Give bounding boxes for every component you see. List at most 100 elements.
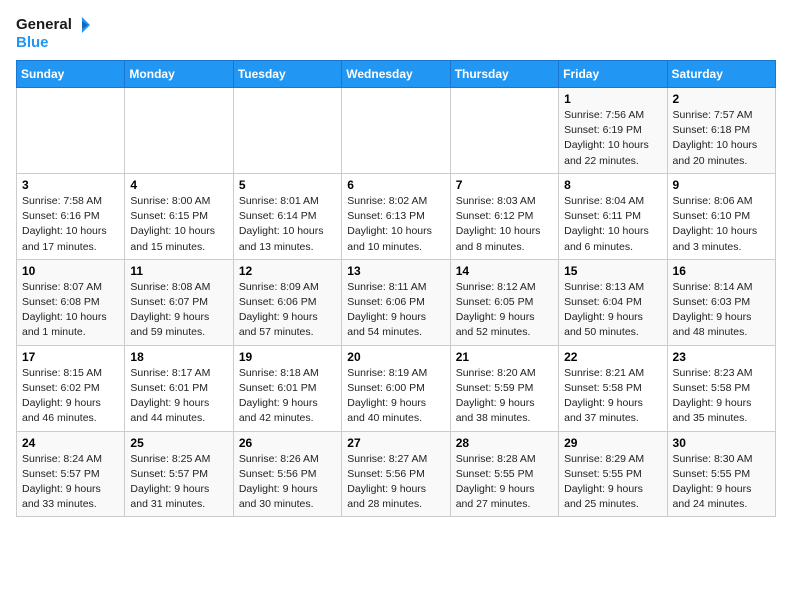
- calendar-cell: 10 Sunrise: 8:07 AMSunset: 6:08 PMDayligh…: [17, 259, 125, 345]
- day-number: 19: [239, 350, 336, 364]
- day-info: Sunrise: 8:26 AMSunset: 5:56 PMDaylight:…: [239, 452, 336, 513]
- day-of-week-header: Monday: [125, 61, 233, 88]
- calendar-cell: 16 Sunrise: 8:14 AMSunset: 6:03 PMDayligh…: [667, 259, 775, 345]
- day-info: Sunrise: 8:04 AMSunset: 6:11 PMDaylight:…: [564, 194, 661, 255]
- calendar-cell: 6 Sunrise: 8:02 AMSunset: 6:13 PMDaylight…: [342, 173, 450, 259]
- day-number: 24: [22, 436, 119, 450]
- day-number: 17: [22, 350, 119, 364]
- day-number: 22: [564, 350, 661, 364]
- calendar-cell: 24 Sunrise: 8:24 AMSunset: 5:57 PMDayligh…: [17, 431, 125, 517]
- day-info: Sunrise: 8:17 AMSunset: 6:01 PMDaylight:…: [130, 366, 227, 427]
- header-row: SundayMondayTuesdayWednesdayThursdayFrid…: [17, 61, 776, 88]
- calendar-cell: 30 Sunrise: 8:30 AMSunset: 5:55 PMDayligh…: [667, 431, 775, 517]
- day-number: 10: [22, 264, 119, 278]
- day-number: 3: [22, 178, 119, 192]
- calendar-cell: 29 Sunrise: 8:29 AMSunset: 5:55 PMDayligh…: [559, 431, 667, 517]
- day-of-week-header: Friday: [559, 61, 667, 88]
- day-number: 8: [564, 178, 661, 192]
- calendar-week-row: 24 Sunrise: 8:24 AMSunset: 5:57 PMDayligh…: [17, 431, 776, 517]
- day-of-week-header: Thursday: [450, 61, 558, 88]
- day-info: Sunrise: 8:03 AMSunset: 6:12 PMDaylight:…: [456, 194, 553, 255]
- calendar-cell: 23 Sunrise: 8:23 AMSunset: 5:58 PMDayligh…: [667, 345, 775, 431]
- day-number: 7: [456, 178, 553, 192]
- day-number: 23: [673, 350, 770, 364]
- day-info: Sunrise: 8:23 AMSunset: 5:58 PMDaylight:…: [673, 366, 770, 427]
- day-number: 20: [347, 350, 444, 364]
- calendar-cell: 12Sunrise: 8:09 AMSunset: 6:06 PMDayligh…: [233, 259, 341, 345]
- calendar-cell: 19 Sunrise: 8:18 AMSunset: 6:01 PMDayligh…: [233, 345, 341, 431]
- calendar-cell: 26 Sunrise: 8:26 AMSunset: 5:56 PMDayligh…: [233, 431, 341, 517]
- logo-text: GeneralBlue: [16, 16, 90, 52]
- day-number: 11: [130, 264, 227, 278]
- calendar-cell: 14Sunrise: 8:12 AMSunset: 6:05 PMDayligh…: [450, 259, 558, 345]
- day-number: 15: [564, 264, 661, 278]
- day-info: Sunrise: 8:18 AMSunset: 6:01 PMDaylight:…: [239, 366, 336, 427]
- day-info: Sunrise: 8:27 AMSunset: 5:56 PMDaylight:…: [347, 452, 444, 513]
- calendar-cell: [125, 88, 233, 174]
- day-info: Sunrise: 8:00 AMSunset: 6:15 PMDaylight:…: [130, 194, 227, 255]
- calendar-cell: 22 Sunrise: 8:21 AMSunset: 5:58 PMDayligh…: [559, 345, 667, 431]
- calendar-cell: [233, 88, 341, 174]
- calendar-cell: 25Sunrise: 8:25 AMSunset: 5:57 PMDayligh…: [125, 431, 233, 517]
- day-info: Sunrise: 8:25 AMSunset: 5:57 PMDaylight:…: [130, 452, 227, 513]
- calendar-cell: 27 Sunrise: 8:27 AMSunset: 5:56 PMDayligh…: [342, 431, 450, 517]
- day-of-week-header: Sunday: [17, 61, 125, 88]
- day-info: Sunrise: 8:19 AMSunset: 6:00 PMDaylight:…: [347, 366, 444, 427]
- day-info: Sunrise: 8:15 AMSunset: 6:02 PMDaylight:…: [22, 366, 119, 427]
- calendar-cell: 20 Sunrise: 8:19 AMSunset: 6:00 PMDayligh…: [342, 345, 450, 431]
- day-number: 1: [564, 92, 661, 106]
- calendar-cell: 4 Sunrise: 8:00 AMSunset: 6:15 PMDaylight…: [125, 173, 233, 259]
- day-info: Sunrise: 8:30 AMSunset: 5:55 PMDaylight:…: [673, 452, 770, 513]
- day-info: Sunrise: 8:11 AMSunset: 6:06 PMDaylight:…: [347, 280, 444, 341]
- day-info: Sunrise: 7:56 AMSunset: 6:19 PMDaylight:…: [564, 108, 661, 169]
- day-of-week-header: Saturday: [667, 61, 775, 88]
- day-info: Sunrise: 8:12 AMSunset: 6:05 PMDaylight:…: [456, 280, 553, 341]
- calendar-week-row: 1 Sunrise: 7:56 AMSunset: 6:19 PMDaylight…: [17, 88, 776, 174]
- calendar-cell: 8 Sunrise: 8:04 AMSunset: 6:11 PMDaylight…: [559, 173, 667, 259]
- day-info: Sunrise: 8:09 AMSunset: 6:06 PMDaylight:…: [239, 280, 336, 341]
- calendar-cell: 15 Sunrise: 8:13 AMSunset: 6:04 PMDayligh…: [559, 259, 667, 345]
- day-number: 21: [456, 350, 553, 364]
- calendar-week-row: 10 Sunrise: 8:07 AMSunset: 6:08 PMDayligh…: [17, 259, 776, 345]
- day-info: Sunrise: 8:13 AMSunset: 6:04 PMDaylight:…: [564, 280, 661, 341]
- day-info: Sunrise: 8:21 AMSunset: 5:58 PMDaylight:…: [564, 366, 661, 427]
- day-number: 9: [673, 178, 770, 192]
- day-info: Sunrise: 8:02 AMSunset: 6:13 PMDaylight:…: [347, 194, 444, 255]
- day-info: Sunrise: 8:14 AMSunset: 6:03 PMDaylight:…: [673, 280, 770, 341]
- day-info: Sunrise: 8:06 AMSunset: 6:10 PMDaylight:…: [673, 194, 770, 255]
- day-number: 6: [347, 178, 444, 192]
- day-number: 30: [673, 436, 770, 450]
- day-number: 2: [673, 92, 770, 106]
- day-info: Sunrise: 7:57 AMSunset: 6:18 PMDaylight:…: [673, 108, 770, 169]
- day-info: Sunrise: 8:24 AMSunset: 5:57 PMDaylight:…: [22, 452, 119, 513]
- calendar-table: SundayMondayTuesdayWednesdayThursdayFrid…: [16, 60, 776, 517]
- calendar-cell: 1 Sunrise: 7:56 AMSunset: 6:19 PMDaylight…: [559, 88, 667, 174]
- calendar-week-row: 17 Sunrise: 8:15 AMSunset: 6:02 PMDayligh…: [17, 345, 776, 431]
- calendar-cell: 28Sunrise: 8:28 AMSunset: 5:55 PMDayligh…: [450, 431, 558, 517]
- day-number: 28: [456, 436, 553, 450]
- day-info: Sunrise: 8:29 AMSunset: 5:55 PMDaylight:…: [564, 452, 661, 513]
- calendar-cell: 11 Sunrise: 8:08 AMSunset: 6:07 PMDayligh…: [125, 259, 233, 345]
- day-number: 4: [130, 178, 227, 192]
- day-info: Sunrise: 8:07 AMSunset: 6:08 PMDaylight:…: [22, 280, 119, 341]
- calendar-body: 1 Sunrise: 7:56 AMSunset: 6:19 PMDaylight…: [17, 88, 776, 517]
- day-number: 27: [347, 436, 444, 450]
- day-number: 18: [130, 350, 227, 364]
- calendar-header: SundayMondayTuesdayWednesdayThursdayFrid…: [17, 61, 776, 88]
- logo: GeneralBlue: [16, 16, 90, 52]
- calendar-week-row: 3 Sunrise: 7:58 AMSunset: 6:16 PMDaylight…: [17, 173, 776, 259]
- calendar-cell: 21 Sunrise: 8:20 AMSunset: 5:59 PMDayligh…: [450, 345, 558, 431]
- day-info: Sunrise: 8:20 AMSunset: 5:59 PMDaylight:…: [456, 366, 553, 427]
- day-of-week-header: Wednesday: [342, 61, 450, 88]
- day-info: Sunrise: 8:01 AMSunset: 6:14 PMDaylight:…: [239, 194, 336, 255]
- day-info: Sunrise: 7:58 AMSunset: 6:16 PMDaylight:…: [22, 194, 119, 255]
- day-number: 29: [564, 436, 661, 450]
- day-info: Sunrise: 8:08 AMSunset: 6:07 PMDaylight:…: [130, 280, 227, 341]
- day-number: 16: [673, 264, 770, 278]
- calendar-cell: [450, 88, 558, 174]
- day-number: 26: [239, 436, 336, 450]
- day-of-week-header: Tuesday: [233, 61, 341, 88]
- calendar-cell: 18 Sunrise: 8:17 AMSunset: 6:01 PMDayligh…: [125, 345, 233, 431]
- calendar-cell: 5Sunrise: 8:01 AMSunset: 6:14 PMDaylight…: [233, 173, 341, 259]
- calendar-cell: 13Sunrise: 8:11 AMSunset: 6:06 PMDayligh…: [342, 259, 450, 345]
